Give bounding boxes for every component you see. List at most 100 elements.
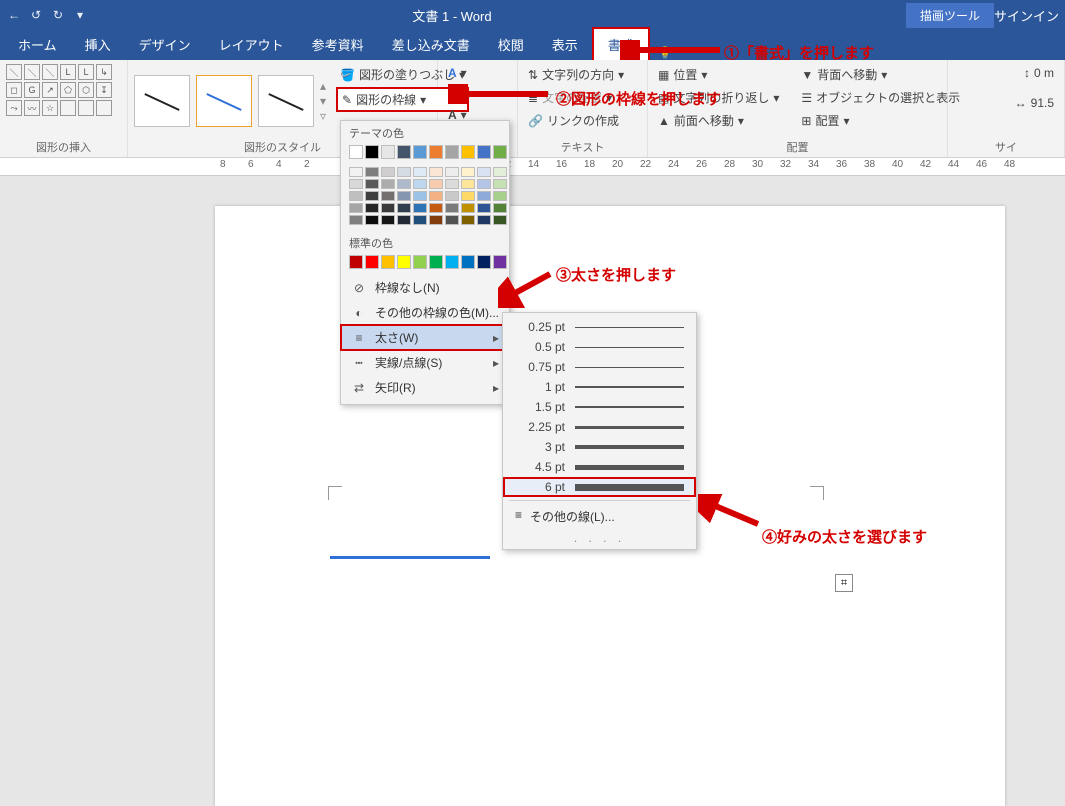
color-swatch[interactable] [413, 215, 427, 225]
color-swatch[interactable] [493, 255, 507, 269]
theme-color-grid[interactable] [341, 143, 509, 165]
color-swatch[interactable] [381, 191, 395, 201]
color-swatch[interactable] [413, 167, 427, 177]
bring-forward-button[interactable]: ▲前面へ移動 ▾ [654, 110, 783, 131]
color-swatch[interactable] [349, 191, 363, 201]
weight-option[interactable]: 1.5 pt [503, 397, 696, 417]
color-swatch[interactable] [381, 255, 395, 269]
shape-style-gallery[interactable]: ▴ ▾ ▿ [134, 64, 326, 137]
color-swatch[interactable] [477, 179, 491, 189]
color-swatch[interactable] [429, 255, 443, 269]
color-swatch[interactable] [429, 215, 443, 225]
color-swatch[interactable] [445, 215, 459, 225]
color-swatch[interactable] [429, 191, 443, 201]
tab-layout[interactable]: レイアウト [205, 29, 298, 60]
tab-view[interactable]: 表示 [538, 29, 592, 60]
color-swatch[interactable] [413, 191, 427, 201]
color-swatch[interactable] [477, 255, 491, 269]
tab-home[interactable]: ホーム [4, 29, 71, 60]
color-swatch[interactable] [349, 255, 363, 269]
color-swatch[interactable] [493, 203, 507, 213]
more-lines-item[interactable]: ≡その他の線(L)... [503, 504, 696, 529]
color-swatch[interactable] [397, 255, 411, 269]
weight-option[interactable]: 2.25 pt [503, 417, 696, 437]
color-swatch[interactable] [461, 179, 475, 189]
color-swatch[interactable] [365, 215, 379, 225]
color-swatch[interactable] [477, 191, 491, 201]
color-swatch[interactable] [477, 215, 491, 225]
tab-review[interactable]: 校閲 [484, 29, 538, 60]
color-swatch[interactable] [477, 145, 491, 159]
color-swatch[interactable] [413, 203, 427, 213]
weight-option[interactable]: 0.25 pt [503, 317, 696, 337]
repeat-icon[interactable]: ↻ [50, 7, 66, 23]
color-swatch[interactable] [413, 179, 427, 189]
color-swatch[interactable] [349, 215, 363, 225]
layout-options-icon[interactable]: ⌗ [835, 574, 853, 592]
signin-link[interactable]: サインイン [994, 6, 1059, 25]
color-swatch[interactable] [397, 191, 411, 201]
color-swatch[interactable] [461, 255, 475, 269]
send-backward-button[interactable]: ▼背面へ移動 ▾ [797, 64, 964, 85]
color-swatch[interactable] [477, 167, 491, 177]
back-icon[interactable]: ← [6, 7, 22, 23]
style-swatch[interactable] [258, 75, 314, 127]
color-swatch[interactable] [397, 203, 411, 213]
color-swatch[interactable] [413, 145, 427, 159]
color-swatch[interactable] [445, 179, 459, 189]
color-swatch[interactable] [365, 191, 379, 201]
selection-pane-button[interactable]: ☰オブジェクトの選択と表示 [797, 87, 964, 108]
color-swatch[interactable] [365, 179, 379, 189]
color-swatch[interactable] [381, 215, 395, 225]
weight-option[interactable]: 3 pt [503, 437, 696, 457]
weight-option[interactable]: 6 pt [503, 477, 696, 497]
color-swatch[interactable] [413, 255, 427, 269]
color-swatch[interactable] [429, 179, 443, 189]
color-swatch[interactable] [397, 215, 411, 225]
color-swatch[interactable] [493, 215, 507, 225]
color-swatch[interactable] [397, 167, 411, 177]
weight-item[interactable]: ≡太さ(W)▸ [341, 325, 509, 350]
weight-option[interactable]: 0.75 pt [503, 357, 696, 377]
color-swatch[interactable] [461, 203, 475, 213]
shape-height[interactable]: ↕ 0 m [1020, 64, 1058, 82]
color-swatch[interactable] [381, 179, 395, 189]
tab-design[interactable]: デザイン [125, 29, 205, 60]
weight-option[interactable]: 1 pt [503, 377, 696, 397]
arrows-item[interactable]: ⇄矢印(R)▸ [341, 375, 509, 400]
color-swatch[interactable] [397, 179, 411, 189]
selected-line-shape[interactable] [330, 556, 490, 559]
tab-references[interactable]: 参考資料 [298, 29, 378, 60]
color-swatch[interactable] [349, 179, 363, 189]
style-swatch[interactable] [134, 75, 190, 127]
color-swatch[interactable] [429, 203, 443, 213]
color-swatch[interactable] [349, 167, 363, 177]
color-swatch[interactable] [461, 167, 475, 177]
color-swatch[interactable] [461, 145, 475, 159]
color-swatch[interactable] [445, 167, 459, 177]
color-swatch[interactable] [365, 145, 379, 159]
no-outline-item[interactable]: ⊘枠線なし(N) [341, 275, 509, 300]
gallery-more-icon[interactable]: ▿ [320, 109, 326, 123]
color-swatch[interactable] [397, 145, 411, 159]
color-swatch[interactable] [461, 191, 475, 201]
color-swatch[interactable] [493, 145, 507, 159]
color-swatch[interactable] [381, 145, 395, 159]
weight-option[interactable]: 0.5 pt [503, 337, 696, 357]
undo-icon[interactable]: ↺ [28, 7, 44, 23]
qat-more-icon[interactable]: ▾ [72, 7, 88, 23]
wordart-fill[interactable]: A ▾ [444, 64, 511, 82]
create-link-button[interactable]: 🔗リンクの作成 [524, 110, 641, 131]
dashes-item[interactable]: ┅実線/点線(S)▸ [341, 350, 509, 375]
tab-mailings[interactable]: 差し込み文書 [378, 29, 484, 60]
color-swatch[interactable] [349, 203, 363, 213]
theme-shade-grid[interactable] [341, 165, 509, 231]
align-button[interactable]: ⊞配置 ▾ [797, 110, 964, 131]
color-swatch[interactable] [445, 191, 459, 201]
weight-option[interactable]: 4.5 pt [503, 457, 696, 477]
gallery-up-icon[interactable]: ▴ [320, 79, 326, 93]
color-swatch[interactable] [365, 255, 379, 269]
color-swatch[interactable] [365, 167, 379, 177]
color-swatch[interactable] [381, 167, 395, 177]
color-swatch[interactable] [349, 145, 363, 159]
